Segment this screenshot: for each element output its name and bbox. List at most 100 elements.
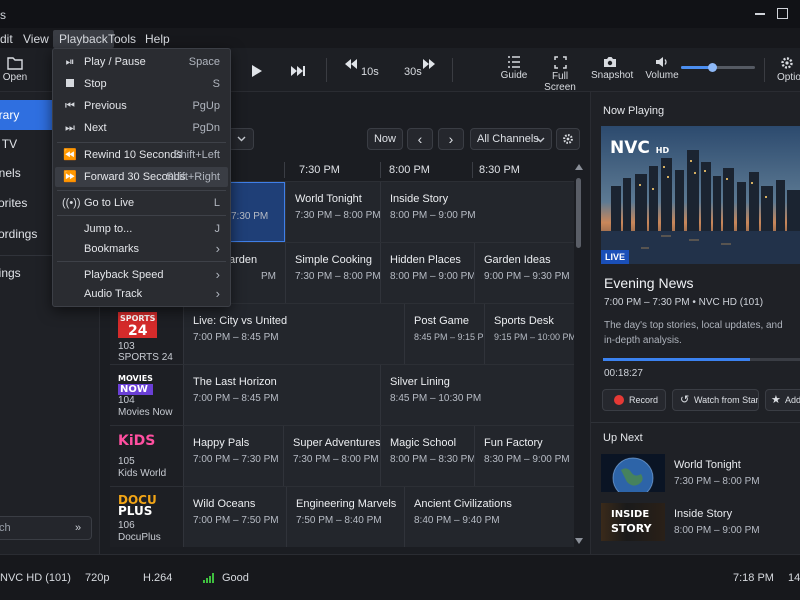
now-playing-thumbnail[interactable]: NVC HD [601,126,800,264]
sidebar-search-input[interactable]: ch » [0,516,92,540]
status-codec: H.264 [143,572,173,584]
program-cell[interactable]: Engineering Marvels 7:50 PM – 8:40 PM [286,487,404,547]
star-icon: ★ [771,394,781,406]
options-button[interactable]: Optio [774,48,800,92]
volume-knob[interactable] [708,63,718,72]
volume-button[interactable]: Volume [645,48,679,92]
program-cell[interactable]: Wild Oceans 7:00 PM – 7:50 PM [183,487,286,547]
guide-button[interactable]: Guide [500,48,528,92]
restart-icon: ↺ [680,394,690,406]
broadcast-icon: ((•)) [62,197,81,209]
program-cell[interactable]: Inside Story 8:00 PM – 9:00 PM [380,182,574,242]
program-cell[interactable]: Silver Lining 8:45 PM – 10:30 PM [380,365,574,425]
menu-item-playback-speed[interactable]: Playback Speed › [55,265,228,285]
next-button[interactable] [287,48,309,92]
add-to-favorites-button[interactable]: ★ Add t [765,389,800,411]
menu-item-rewind[interactable]: ⏪ Rewind 10 Seconds Shift+Left [55,145,228,165]
guide-settings-button[interactable] [556,128,580,150]
menu-edit[interactable]: dit [0,30,19,48]
menu-item-label: Play / Pause [84,56,146,68]
sidebar-item-label: e TV [0,137,18,151]
fullscreen-button[interactable]: Full Screen [538,48,582,93]
program-time: 7:30 PM – 8:00 PM [295,210,380,221]
program-cell[interactable]: Simple Cooking 7:30 PM – 8:00 PM [285,243,380,303]
menu-item-stop[interactable]: Stop S [55,74,228,94]
sidebar-item-label: vorites [0,196,28,210]
collapse-sidebar-icon[interactable]: » [75,522,81,534]
menu-item-label: Previous [84,100,127,112]
status-clock: 7:18 PM [733,572,774,584]
scroll-down-arrow[interactable] [575,538,583,544]
menu-item-audio-track[interactable]: Audio Track › [55,284,228,304]
menu-item-play-pause[interactable]: ⏯ Play / Pause Space [55,52,228,72]
watch-from-start-label: Watch from Start [694,395,759,405]
sidebar-item-label: brary [0,108,20,122]
menu-help[interactable]: Help [139,30,176,48]
channel-filter-dropdown[interactable]: All Channels [470,128,552,150]
program-cell[interactable]: Post Game 8:45 PM – 9:15 PM [404,304,484,364]
skip-forward-icon [291,66,305,76]
scroll-thumb[interactable] [576,178,581,248]
program-cell[interactable]: Super Adventures 7:30 PM – 8:00 PM [283,426,380,486]
channel-cell-docuplus[interactable]: DOCU PLUS 106 DocuPlus [110,487,183,547]
program-cell[interactable]: Happy Pals 7:00 PM – 7:30 PM [183,426,283,486]
play-button[interactable] [246,48,266,92]
channel-filter-label: All Channels [477,133,539,145]
up-next-time: 7:30 PM – 8:00 PM [674,476,760,487]
date-dropdown[interactable] [228,128,254,150]
next-icon: ⏭ [65,122,75,134]
channel-cell-movies-now[interactable]: MOVIES NOW 104 Movies Now [110,365,183,425]
menu-view[interactable]: View [17,30,55,48]
camera-icon [604,57,616,67]
status-signal: Good [222,572,249,584]
menu-item-shortcut: PgUp [192,100,220,112]
playback-progress[interactable] [603,358,800,361]
program-cell[interactable]: Hidden Places 8:00 PM – 9:00 PM [380,243,474,303]
timeline-tick [284,162,285,178]
status-channel: NVC HD (101) [0,572,71,584]
program-title: arden [229,254,258,266]
watch-from-start-button[interactable]: ↺ Watch from Start [672,389,759,411]
skip-forward-button[interactable]: 30s [400,48,440,92]
scroll-up-arrow[interactable] [575,164,583,170]
menu-item-previous[interactable]: ⏮ Previous PgUp [55,96,228,116]
timeline-label: 8:00 PM [389,164,430,176]
next-button-guide[interactable]: › [438,128,464,150]
menu-item-jump-to[interactable]: Jump to... J [55,219,228,239]
now-button[interactable]: Now [367,128,403,150]
playback-progress-fill [603,358,750,361]
up-next-item[interactable]: INSIDE STORY Inside Story 8:00 PM – 9:00… [601,503,800,543]
program-cell[interactable]: Garden Ideas 9:00 PM – 9:30 PM [474,243,574,303]
program-time: 8:00 PM – 9:00 PM [390,210,476,221]
program-cell[interactable]: Fun Factory 8:30 PM – 9:00 PM [474,426,574,486]
volume-slider[interactable] [681,63,755,72]
program-cell[interactable]: The Last Horizon 7:00 PM – 8:45 PM [183,365,380,425]
program-cell[interactable]: Sports Desk 9:15 PM – 10:00 PM [484,304,574,364]
prev-button[interactable]: ‹ [407,128,433,150]
maximize-button[interactable] [777,8,788,19]
minimize-button[interactable] [755,13,765,15]
program-cell[interactable]: World Tonight 7:30 PM – 8:00 PM [285,182,380,242]
up-next-thumbnail [601,454,665,492]
menu-item-bookmarks[interactable]: Bookmarks › [55,239,228,259]
menu-tools[interactable]: Tools [102,30,142,48]
menu-item-go-live[interactable]: ((•)) Go to Live L [55,193,228,213]
menu-item-shortcut: Shift+Left [173,149,220,161]
program-title: The Last Horizon [193,376,277,388]
menu-item-forward[interactable]: ⏩ Forward 30 Seconds Shift+Right [55,167,228,187]
open-button[interactable]: Open [0,48,30,92]
program-cell[interactable]: Ancient Civilizations 8:40 PM – 9:40 PM [404,487,574,547]
channel-cell-kids-world[interactable]: KiDS 105 Kids World [110,426,183,486]
up-next-item[interactable]: World Tonight 7:30 PM – 8:00 PM [601,454,800,494]
up-next-time: 8:00 PM – 9:00 PM [674,525,760,536]
program-cell[interactable]: Live: City vs United 7:00 PM – 8:45 PM [183,304,404,364]
record-button[interactable]: Record [602,389,666,411]
skip-back-button[interactable]: 10s [342,48,382,92]
guide-scrollbar[interactable] [575,160,583,548]
snapshot-button[interactable]: Snapshot [591,48,633,92]
menu-item-next[interactable]: ⏭ Next PgDn [55,118,228,138]
gear-icon [781,57,793,69]
channel-cell-sports24[interactable]: SPORTS 24 103 SPORTS 24 [110,304,183,364]
program-cell[interactable]: Magic School 8:00 PM – 8:30 PM [380,426,474,486]
record-label: Record [629,395,659,405]
